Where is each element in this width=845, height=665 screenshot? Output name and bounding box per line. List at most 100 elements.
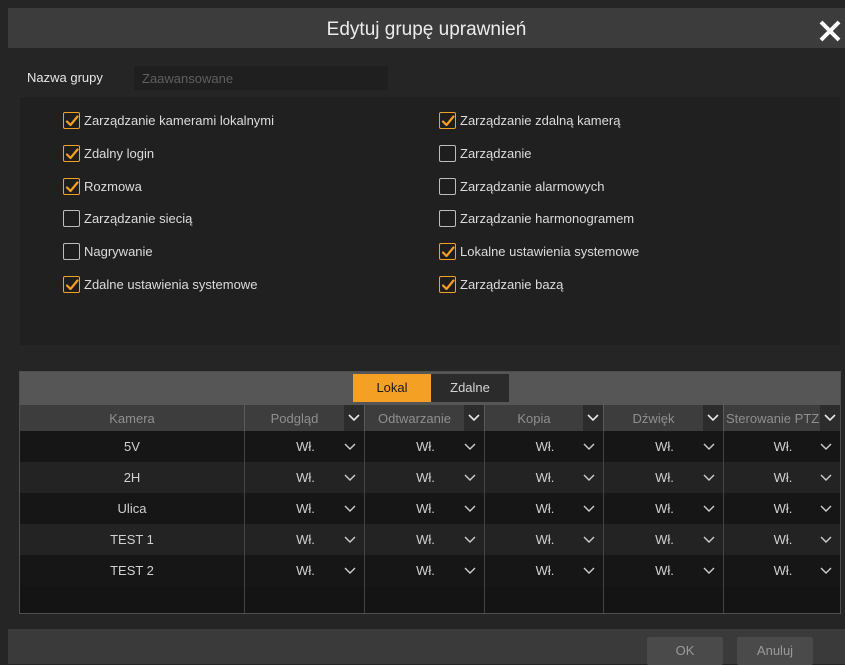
- chevron-down-icon: [464, 567, 476, 574]
- checkbox-checked-icon[interactable]: [63, 144, 80, 162]
- audio-select[interactable]: Wł.: [604, 462, 724, 493]
- checkbox-checked-icon[interactable]: [439, 275, 456, 293]
- perm-local-camera-management[interactable]: Zarządzanie kamerami lokalnymi: [63, 109, 274, 131]
- chevron-down-icon: [344, 474, 356, 481]
- chevron-down-icon[interactable]: [703, 405, 723, 431]
- playback-select[interactable]: Wł.: [365, 462, 485, 493]
- checkbox-checked-icon[interactable]: [63, 111, 80, 129]
- table-empty-area: [20, 586, 840, 613]
- close-icon[interactable]: [817, 18, 843, 44]
- backup-select[interactable]: Wł.: [485, 555, 604, 586]
- chevron-down-icon[interactable]: [820, 405, 840, 431]
- header-camera-label: Kamera: [109, 410, 155, 426]
- perm-network-management[interactable]: Zarządzanie siecią: [63, 207, 192, 229]
- ptz-select[interactable]: Wł.: [724, 431, 840, 462]
- chevron-down-icon: [820, 505, 832, 512]
- tab-local[interactable]: Lokal: [353, 374, 431, 402]
- preview-select[interactable]: Wł.: [245, 493, 365, 524]
- perm-remote-camera-management[interactable]: Zarządzanie zdalną kamerą: [439, 109, 620, 131]
- table-row: TEST 1 Wł. Wł. Wł. Wł. Wł.: [20, 524, 840, 555]
- chevron-down-icon[interactable]: [344, 405, 364, 431]
- perm-management[interactable]: Zarządzanie: [439, 142, 532, 164]
- select-value: Wł.: [773, 563, 793, 578]
- backup-select[interactable]: Wł.: [485, 493, 604, 524]
- select-value: Wł.: [773, 439, 793, 454]
- empty-cell: [365, 586, 485, 613]
- perm-label: Zarządzanie kamerami lokalnymi: [84, 112, 275, 128]
- select-value: Wł.: [655, 501, 674, 516]
- header-preview: Podgląd: [245, 405, 365, 431]
- ptz-select[interactable]: Wł.: [724, 524, 840, 555]
- header-backup-label: Kopia: [517, 410, 551, 426]
- checkbox-checked-icon[interactable]: [63, 275, 80, 293]
- checkbox-checked-icon[interactable]: [63, 177, 80, 195]
- camera-cell: TEST 2: [20, 555, 245, 586]
- empty-cell: [485, 586, 604, 613]
- playback-select[interactable]: Wł.: [365, 431, 485, 462]
- group-name-input[interactable]: [134, 66, 388, 90]
- perm-local-system-settings[interactable]: Lokalne ustawienia systemowe: [439, 240, 639, 262]
- preview-select[interactable]: Wł.: [245, 555, 365, 586]
- backup-select[interactable]: Wł.: [485, 431, 604, 462]
- ptz-select[interactable]: Wł.: [724, 555, 840, 586]
- empty-cell: [724, 586, 840, 613]
- perm-remote-login[interactable]: Zdalny login: [63, 142, 154, 164]
- chevron-down-icon: [703, 443, 715, 450]
- ptz-select[interactable]: Wł.: [724, 493, 840, 524]
- preview-select[interactable]: Wł.: [245, 524, 365, 555]
- backup-select[interactable]: Wł.: [485, 462, 604, 493]
- perm-recording[interactable]: Nagrywanie: [63, 240, 153, 262]
- table-header: Kamera Podgląd Odtwarzanie Kopia Dźwięk …: [20, 405, 840, 431]
- playback-select[interactable]: Wł.: [365, 555, 485, 586]
- perm-label: Zdalne ustawienia systemowe: [84, 276, 258, 292]
- perm-talk[interactable]: Rozmowa: [63, 175, 142, 197]
- chevron-down-icon: [583, 505, 595, 512]
- checkbox-unchecked-icon[interactable]: [439, 209, 456, 227]
- perm-label: Zarządzanie alarmowych: [460, 178, 605, 194]
- ptz-select[interactable]: Wł.: [724, 462, 840, 493]
- playback-select[interactable]: Wł.: [365, 493, 485, 524]
- chevron-down-icon[interactable]: [583, 405, 603, 431]
- select-value: Wł.: [655, 563, 674, 578]
- backup-select[interactable]: Wł.: [485, 524, 604, 555]
- audio-select[interactable]: Wł.: [604, 493, 724, 524]
- audio-select[interactable]: Wł.: [604, 431, 724, 462]
- audio-select[interactable]: Wł.: [604, 555, 724, 586]
- tab-remote[interactable]: Zdalne: [431, 374, 509, 402]
- perm-label: Zarządzanie bazą: [460, 276, 564, 292]
- channel-permissions-table: Lokal Zdalne Kamera Podgląd Odtwarzanie …: [19, 371, 841, 614]
- select-value: Wł.: [296, 470, 315, 485]
- ok-button[interactable]: OK: [647, 637, 723, 665]
- cancel-button[interactable]: Anuluj: [737, 637, 813, 665]
- checkbox-checked-icon[interactable]: [439, 111, 456, 129]
- chevron-down-icon: [344, 505, 356, 512]
- perm-database-management[interactable]: Zarządzanie bazą: [439, 273, 563, 295]
- preview-select[interactable]: Wł.: [245, 462, 365, 493]
- perm-remote-system-settings[interactable]: Zdalne ustawienia systemowe: [63, 273, 257, 295]
- chevron-down-icon: [820, 443, 832, 450]
- checkbox-unchecked-icon[interactable]: [439, 177, 456, 195]
- playback-select[interactable]: Wł.: [365, 524, 485, 555]
- select-value: Wł.: [416, 439, 435, 454]
- checkbox-unchecked-icon[interactable]: [63, 242, 80, 260]
- chevron-down-icon: [344, 536, 356, 543]
- table-row: Ulica Wł. Wł. Wł. Wł. Wł.: [20, 493, 840, 524]
- select-value: Wł.: [416, 532, 435, 547]
- camera-cell: Ulica: [20, 493, 245, 524]
- checkbox-checked-icon[interactable]: [439, 242, 456, 260]
- select-value: Wł.: [296, 563, 315, 578]
- header-audio-label: Dźwięk: [632, 410, 675, 426]
- select-value: Wł.: [296, 501, 315, 516]
- select-value: Wł.: [655, 470, 674, 485]
- preview-select[interactable]: Wł.: [245, 431, 365, 462]
- perm-alarm-management[interactable]: Zarządzanie alarmowych: [439, 175, 605, 197]
- perm-schedule-management[interactable]: Zarządzanie harmonogramem: [439, 207, 634, 229]
- checkbox-unchecked-icon[interactable]: [63, 209, 80, 227]
- camera-cell: 5V: [20, 431, 245, 462]
- chevron-down-icon[interactable]: [464, 405, 484, 431]
- chevron-down-icon: [820, 567, 832, 574]
- table-row: TEST 2 Wł. Wł. Wł. Wł. Wł.: [20, 555, 840, 586]
- audio-select[interactable]: Wł.: [604, 524, 724, 555]
- checkbox-unchecked-icon[interactable]: [439, 144, 456, 162]
- chevron-down-icon: [703, 567, 715, 574]
